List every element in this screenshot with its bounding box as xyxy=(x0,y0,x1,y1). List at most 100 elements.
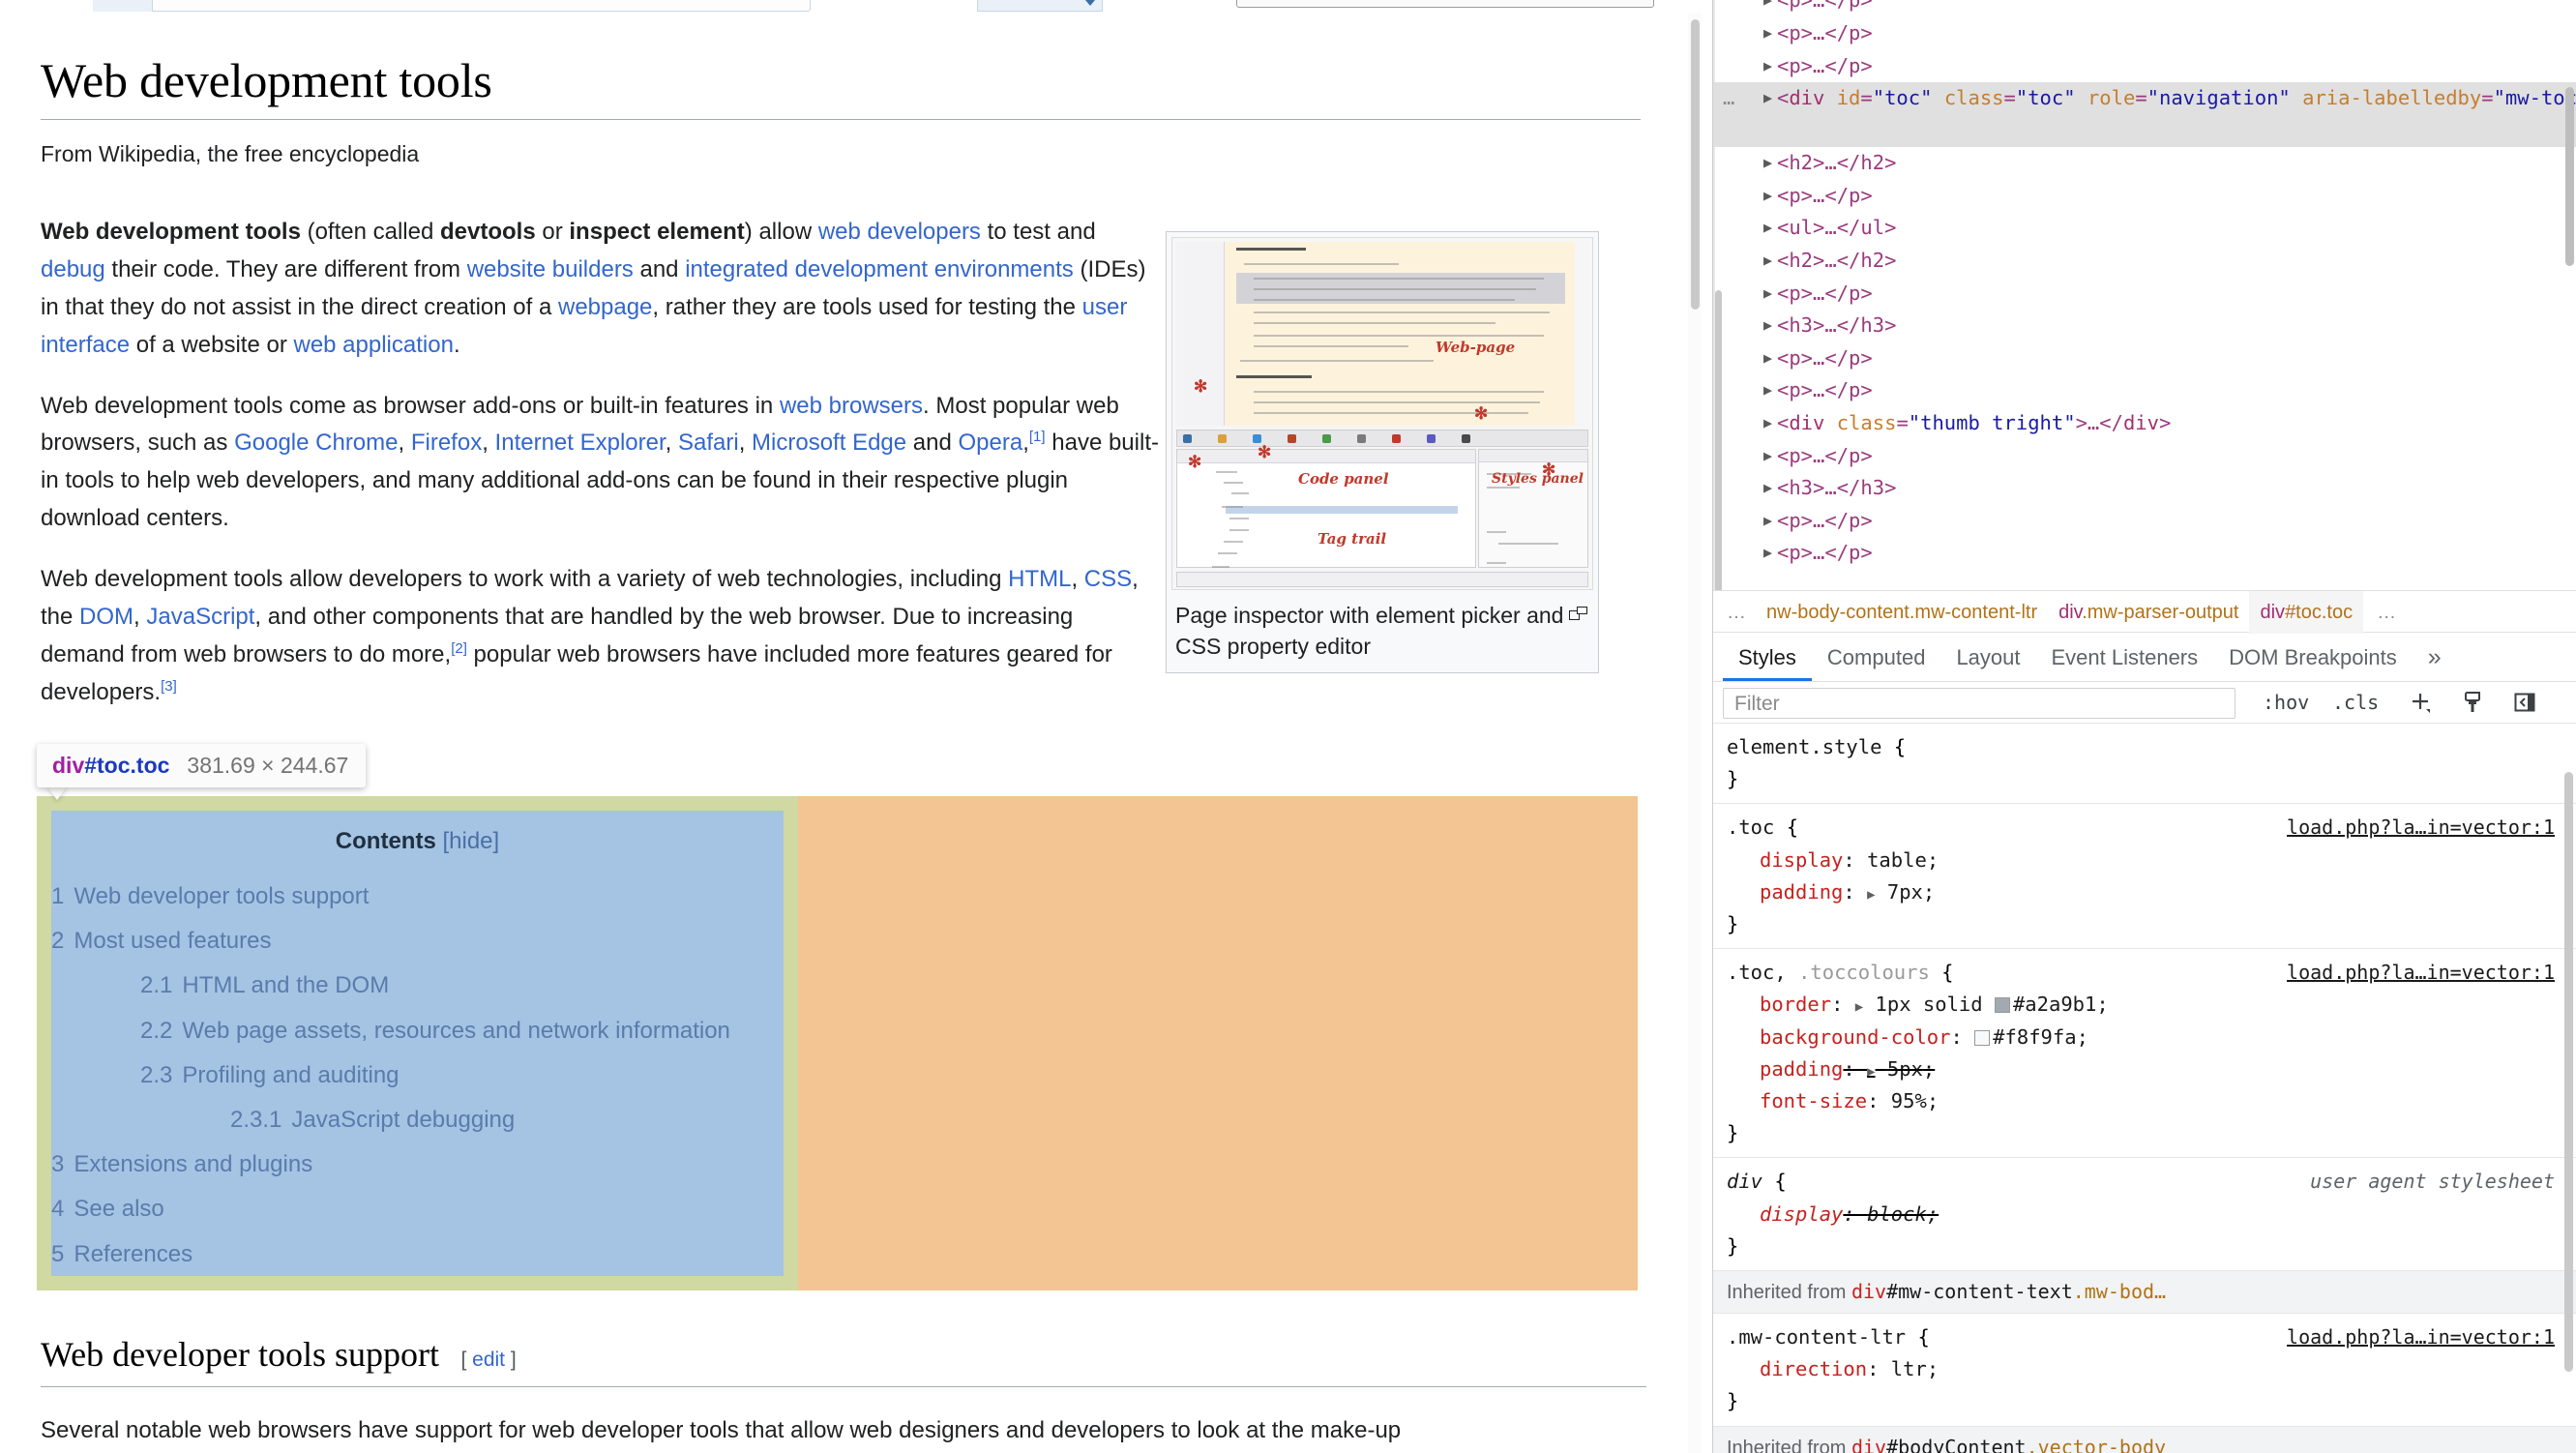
table-row[interactable]: ▶ <p>…</p> xyxy=(1713,440,2576,473)
link-css[interactable]: CSS xyxy=(1084,566,1132,592)
reference-1[interactable]: [1] xyxy=(1029,429,1046,445)
toc-item-label[interactable]: Most used features xyxy=(74,928,271,954)
table-row[interactable]: ▶ <h3>…</h3> xyxy=(1713,310,2576,342)
declaration-value[interactable]: 95% xyxy=(1891,1089,1927,1112)
list-item[interactable]: 2.2 Web page assets, resources and networ… xyxy=(51,1013,784,1049)
rule-selector[interactable]: div xyxy=(1727,1170,1762,1193)
toc-item-label[interactable]: References xyxy=(74,1241,192,1267)
expand-triangle-icon[interactable]: ▶ xyxy=(1763,82,1772,115)
declaration-value[interactable]: 7px xyxy=(1887,880,1923,904)
expand-triangle-icon[interactable]: ▶ xyxy=(1867,1064,1875,1080)
table-row[interactable]: ▶ <p>…</p> xyxy=(1713,505,2576,538)
toc-item-label[interactable]: Web developer tools support xyxy=(74,883,369,909)
expand-triangle-icon[interactable]: ▶ xyxy=(1763,440,1772,473)
declaration-value[interactable]: #f8f9fa xyxy=(1993,1025,2076,1049)
declaration-color-value[interactable]: #a2a9b1 xyxy=(2013,993,2096,1016)
page-scrollbar-thumb[interactable] xyxy=(1691,19,1700,310)
tab-layout[interactable]: Layout xyxy=(1940,635,2035,681)
expand-triangle-icon[interactable]: ▶ xyxy=(1867,887,1875,903)
rule-selector[interactable]: element.style xyxy=(1727,735,1881,758)
reference-2[interactable]: [2] xyxy=(451,640,467,657)
table-row[interactable]: ▶ <p>…</p> xyxy=(1713,537,2576,570)
list-item[interactable]: 4 See also xyxy=(51,1191,784,1227)
link-ide[interactable]: integrated development environments xyxy=(685,256,1074,282)
panel-toggle-icon[interactable] xyxy=(2512,690,2537,720)
toc-item-label[interactable]: Extensions and plugins xyxy=(74,1151,312,1177)
rule-selector[interactable]: .mw-content-ltr xyxy=(1727,1325,1906,1349)
chrome-search-field[interactable] xyxy=(1236,0,1654,8)
declaration-property[interactable]: background-color xyxy=(1727,1022,1950,1053)
declaration-value[interactable]: block xyxy=(1867,1202,1927,1226)
table-row[interactable]: ▶ <p>…</p> xyxy=(1713,374,2576,407)
toc-item-label[interactable]: HTML and the DOM xyxy=(182,972,389,998)
declaration-property[interactable]: border xyxy=(1727,989,1831,1021)
link-firefox[interactable]: Firefox xyxy=(411,430,482,456)
reference-3-link[interactable]: [3] xyxy=(161,678,177,695)
table-row[interactable]: ▶ <h3>…</h3> xyxy=(1713,472,2576,505)
list-item[interactable]: 2.3 Profiling and auditing xyxy=(51,1057,784,1093)
list-item[interactable]: 2 Most used features xyxy=(51,923,784,959)
declaration-value[interactable]: 5px xyxy=(1887,1057,1923,1081)
breadcrumb-item-body-content[interactable]: nw-body-content.mw-content-ltr xyxy=(1756,591,2048,634)
toc-hide-toggle[interactable]: [hide] xyxy=(442,828,499,854)
toc-item-label[interactable]: See also xyxy=(74,1196,163,1222)
color-swatch[interactable] xyxy=(1994,997,2010,1014)
color-swatch[interactable] xyxy=(1974,1029,1991,1046)
plus-icon[interactable] xyxy=(2408,690,2433,720)
chrome-field-b[interactable] xyxy=(977,0,1103,12)
link-google-chrome[interactable]: Google Chrome xyxy=(234,430,398,456)
rule-mw-content-ltr[interactable]: load.php?la…in=vector:1 .mw-content-ltr … xyxy=(1713,1314,2576,1427)
filter-input[interactable]: Filter xyxy=(1723,688,2235,719)
toc-item-label[interactable]: JavaScript debugging xyxy=(291,1107,515,1133)
table-row[interactable]: ▶ <div class="thumb tright">…</div> xyxy=(1713,407,2576,440)
expand-triangle-icon[interactable]: ▶ xyxy=(1763,310,1772,342)
link-javascript[interactable]: JavaScript xyxy=(146,604,254,630)
tab-styles[interactable]: Styles xyxy=(1723,635,1812,681)
thumbnail-image[interactable]: Web-page Code panel Tag trail Styles pan… xyxy=(1171,237,1593,590)
styles-scrollbar-thumb[interactable] xyxy=(2564,772,2573,1372)
link-html[interactable]: HTML xyxy=(1008,566,1071,592)
table-row[interactable]: ▶ <h2>…</h2> xyxy=(1713,147,2576,180)
breadcrumb-item-toc[interactable]: div#toc.toc xyxy=(2249,591,2364,634)
declaration-property[interactable]: font-size xyxy=(1727,1085,1867,1117)
reference-2-link[interactable]: [2] xyxy=(451,640,467,657)
table-row[interactable]: ▶ <p>…</p> xyxy=(1713,17,2576,50)
table-row[interactable]: ▶ <h2>…</h2> xyxy=(1713,245,2576,278)
list-item[interactable]: 2.1 HTML and the DOM xyxy=(51,967,784,1003)
expand-triangle-icon[interactable]: ▶ xyxy=(1763,374,1772,407)
expand-triangle-icon[interactable]: ▶ xyxy=(1763,245,1772,278)
hover-state-button[interactable]: :hov xyxy=(2263,691,2309,714)
breadcrumb-item-parser-output[interactable]: div.mw-parser-output xyxy=(2048,591,2249,634)
dom-row-partial[interactable]: ▶ <p>…</p> xyxy=(1713,0,2576,17)
paintbrush-icon[interactable] xyxy=(2460,690,2485,720)
tab-dom-breakpoints[interactable]: DOM Breakpoints xyxy=(2213,635,2413,681)
link-debug[interactable]: debug xyxy=(41,256,105,282)
declaration-property[interactable]: display xyxy=(1727,845,1843,876)
rule-source-link[interactable]: load.php?la…in=vector:1 xyxy=(2287,1321,2555,1352)
declaration-property[interactable]: display xyxy=(1727,1199,1843,1231)
expand-triangle-icon[interactable]: ▶ xyxy=(1855,999,1863,1015)
dom-row-selected[interactable]: … ▶ <div id="toc" class="toc" role="navi… xyxy=(1713,82,2576,148)
toc-item-label[interactable]: Profiling and auditing xyxy=(182,1062,399,1088)
expand-triangle-icon[interactable]: ▶ xyxy=(1763,407,1772,440)
tabs-overflow-button[interactable]: » xyxy=(2413,634,2457,680)
reference-3[interactable]: [3] xyxy=(161,678,177,695)
link-website-builders[interactable]: website builders xyxy=(467,256,634,282)
table-row[interactable]: ▶ <p>…</p> xyxy=(1713,278,2576,311)
rule-selector[interactable]: .toc, xyxy=(1727,961,1798,984)
rule-selector-unmatched[interactable]: .toccolours xyxy=(1798,961,1930,984)
link-microsoft-edge[interactable]: Microsoft Edge xyxy=(752,430,906,456)
rule-selector[interactable]: .toc xyxy=(1727,815,1774,839)
link-webpage[interactable]: webpage xyxy=(558,294,652,320)
expand-triangle-icon[interactable]: ▶ xyxy=(1763,278,1772,311)
expand-triangle-icon[interactable]: ▶ xyxy=(1763,180,1772,213)
list-item[interactable]: 1 Web developer tools support xyxy=(51,878,784,914)
link-web-browsers[interactable]: web browsers xyxy=(780,393,923,419)
expand-triangle-icon[interactable]: ▶ xyxy=(1763,342,1772,375)
breadcrumb-overflow-right[interactable]: … xyxy=(2363,591,2406,634)
expand-triangle-icon[interactable]: ▶ xyxy=(1763,50,1772,83)
list-item[interactable]: 3 Extensions and plugins xyxy=(51,1146,784,1182)
tab-computed[interactable]: Computed xyxy=(1812,635,1941,681)
reference-1-link[interactable]: [1] xyxy=(1029,429,1046,445)
rule-toc[interactable]: load.php?la…in=vector:1 .toc { display: … xyxy=(1713,804,2576,950)
